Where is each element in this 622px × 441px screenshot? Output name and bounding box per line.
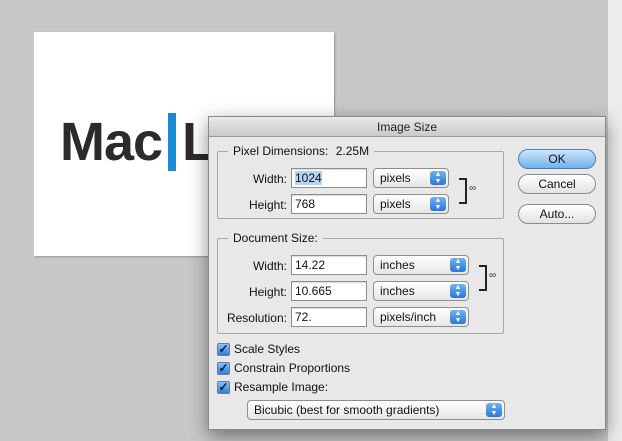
doc-height-field[interactable]: 10.665 — [291, 281, 367, 301]
constrain-proportions-checkbox[interactable]: ✓ Constrain Proportions — [217, 360, 350, 376]
document-logo: Mac Li — [60, 110, 229, 174]
pixel-dimensions-size: 2.25M — [335, 144, 370, 158]
resolution-label: Resolution: — [226, 311, 287, 325]
pixel-height-unit-select[interactable]: pixels ▲ ▼ — [373, 194, 449, 214]
scale-styles-checkbox[interactable]: ✓ Scale Styles — [217, 341, 300, 357]
resolution-unit-select[interactable]: pixels/inch ▲ ▼ — [373, 307, 469, 327]
pixel-width-field[interactable]: 1024 — [291, 168, 367, 188]
doc-height-unit-select[interactable]: inches ▲ ▼ — [373, 281, 469, 301]
logo-text-left: Mac — [60, 112, 163, 172]
pixel-link-bracket — [459, 178, 467, 204]
resample-image-checkbox[interactable]: ✓ Resample Image: — [217, 379, 328, 395]
pixel-height-label: Height: — [248, 198, 287, 212]
chain-link-icon: ∞ — [489, 270, 497, 281]
auto-button[interactable]: Auto... — [518, 204, 596, 224]
pixel-dimensions-title: Pixel Dimensions: 2.25M — [228, 144, 375, 158]
scale-styles-label: Scale Styles — [234, 342, 301, 356]
doc-width-label: Width: — [252, 259, 287, 273]
updown-arrows-icon: ▲ ▼ — [486, 403, 502, 417]
logo-divider-bar — [168, 113, 177, 171]
doc-height-label: Height: — [248, 285, 287, 299]
cancel-button[interactable]: Cancel — [518, 174, 596, 194]
document-size-title: Document Size: — [228, 231, 323, 245]
image-size-dialog: Image Size Pixel Dimensions: 2.25M Width… — [208, 116, 606, 430]
doc-link-bracket — [479, 265, 487, 291]
checkmark-icon: ✓ — [217, 360, 230, 375]
checkmark-icon: ✓ — [217, 341, 230, 356]
chain-link-icon: ∞ — [469, 183, 477, 194]
pixel-height-field[interactable]: 768 — [291, 194, 367, 214]
updown-arrows-icon: ▲ ▼ — [450, 258, 466, 272]
pixel-width-unit-select[interactable]: pixels ▲ ▼ — [373, 168, 449, 188]
resample-method-select[interactable]: Bicubic (best for smooth gradients) ▲ ▼ — [247, 400, 505, 420]
dialog-title: Image Size — [209, 117, 605, 137]
updown-arrows-icon: ▲ ▼ — [430, 197, 446, 211]
resample-image-label: Resample Image: — [234, 380, 329, 394]
pixel-width-label: Width: — [252, 172, 287, 186]
doc-width-field[interactable]: 14.22 — [291, 255, 367, 275]
updown-arrows-icon: ▲ ▼ — [450, 284, 466, 298]
resolution-field[interactable]: 72. — [291, 307, 367, 327]
ok-button[interactable]: OK — [518, 149, 596, 169]
doc-width-unit-select[interactable]: inches ▲ ▼ — [373, 255, 469, 275]
constrain-proportions-label: Constrain Proportions — [234, 361, 351, 375]
updown-arrows-icon: ▲ ▼ — [430, 171, 446, 185]
workspace-edge — [608, 0, 622, 441]
updown-arrows-icon: ▲ ▼ — [450, 310, 466, 324]
checkmark-icon: ✓ — [217, 379, 230, 394]
